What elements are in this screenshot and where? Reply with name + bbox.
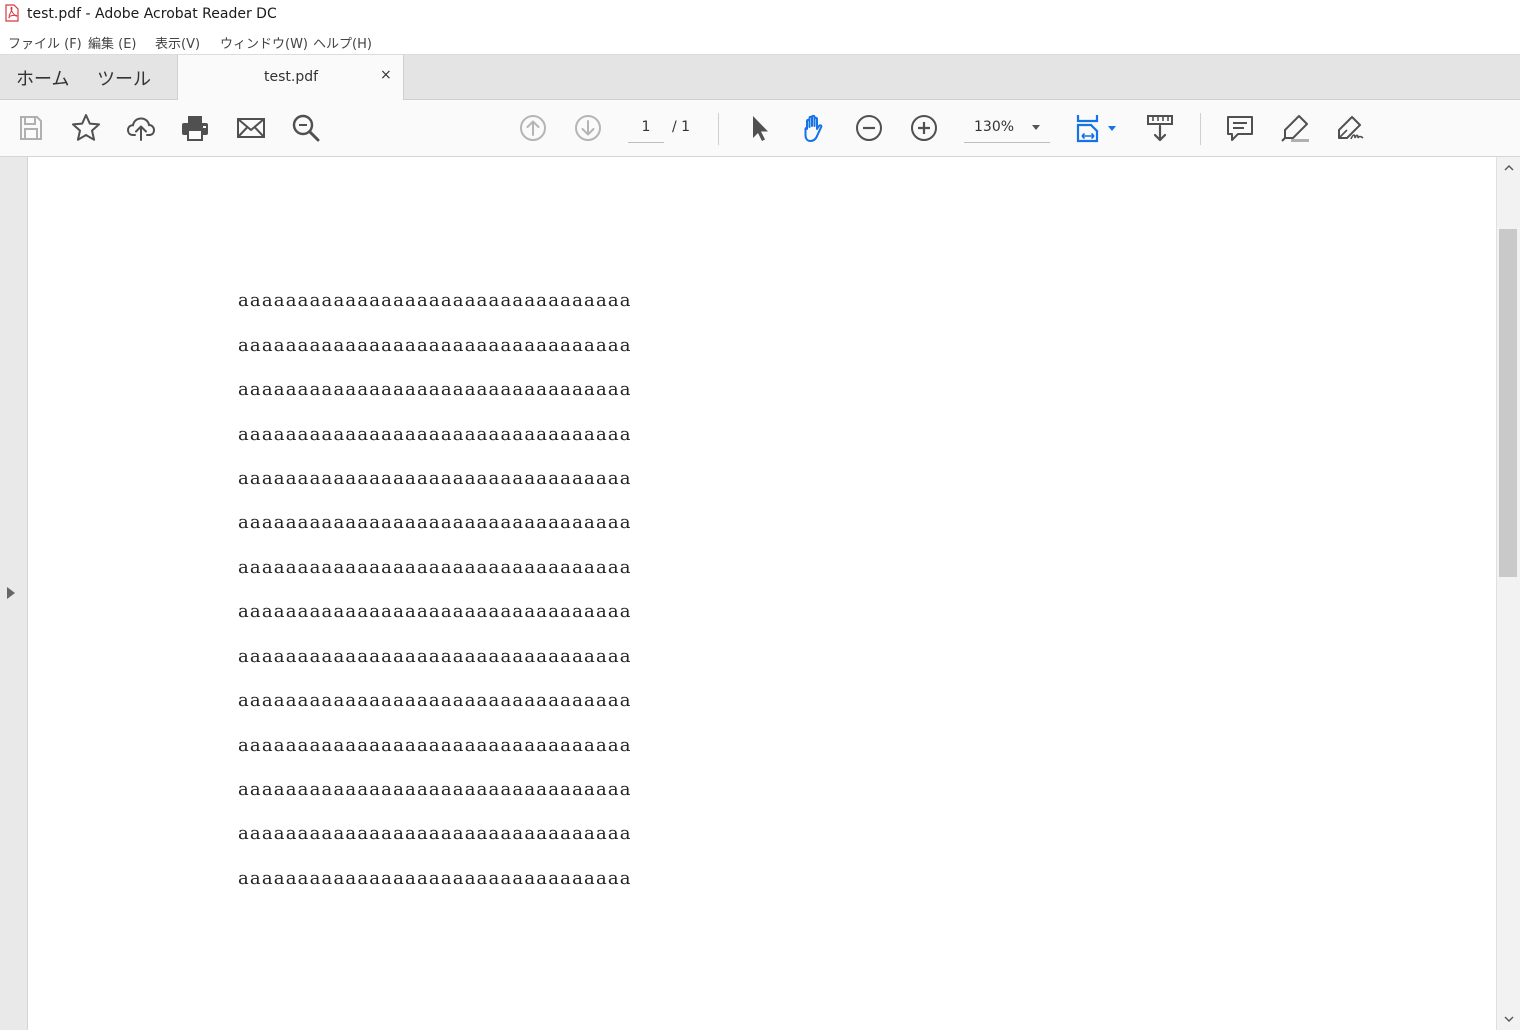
save-button[interactable] [13,110,49,146]
document-text-line: aaaaaaaaaaaaaaaaaaaaaaaaaaaaaaaaa [238,468,632,489]
upload-button[interactable] [123,110,159,146]
menu-help[interactable]: ヘルプ(H) [313,33,372,52]
scroll-down-icon[interactable] [1504,1014,1514,1024]
sign-button[interactable] [1332,110,1368,146]
tab-document[interactable]: test.pdf × [177,55,404,100]
document-tab-label: test.pdf [264,69,319,85]
scrollbar-thumb[interactable] [1499,229,1517,577]
tab-home[interactable]: ホーム [16,65,69,91]
document-text-line: aaaaaaaaaaaaaaaaaaaaaaaaaaaaaaaaa [238,290,632,311]
toolbar-divider [718,113,719,145]
print-icon [182,116,208,141]
zoom-dropdown[interactable]: 130% [964,112,1050,143]
document-text-line: aaaaaaaaaaaaaaaaaaaaaaaaaaaaaaaaa [238,601,632,622]
page-total: / 1 [672,119,691,135]
document-viewer: aaaaaaaaaaaaaaaaaaaaaaaaaaaaaaaaa aaaaaa… [0,157,1520,1030]
zoom-in-icon [911,115,937,141]
highlight-icon [1281,115,1309,142]
document-text-line: aaaaaaaaaaaaaaaaaaaaaaaaaaaaaaaaa [238,823,632,844]
menu-view[interactable]: 表示(V) [155,33,200,52]
document-text-line: aaaaaaaaaaaaaaaaaaaaaaaaaaaaaaaaa [238,424,632,445]
title-bar: test.pdf - Adobe Acrobat Reader DC [0,0,1520,30]
zoom-value: 130% [974,119,1015,135]
menu-edit[interactable]: 編集 (E) [88,33,137,52]
menu-file[interactable]: ファイル (F) [8,33,82,52]
page-down-icon [575,115,601,141]
document-text-line: aaaaaaaaaaaaaaaaaaaaaaaaaaaaaaaaa [238,512,632,533]
document-text-line: aaaaaaaaaaaaaaaaaaaaaaaaaaaaaaaaa [238,557,632,578]
cloud-upload-icon [126,117,156,141]
comment-icon [1227,116,1253,141]
tab-tools[interactable]: ツール [97,65,151,91]
find-button[interactable] [288,110,324,146]
highlight-button[interactable] [1277,110,1313,146]
document-text-line: aaaaaaaaaaaaaaaaaaaaaaaaaaaaaaaaa [238,335,632,356]
scroll-mode-icon [1147,115,1173,142]
fit-page-icon [1076,115,1116,143]
tab-bar: ホーム ツール test.pdf × [0,55,1520,100]
expand-left-panel-icon[interactable] [7,587,15,599]
save-icon [20,116,42,140]
zoom-out-icon [856,115,882,141]
document-text-line: aaaaaaaaaaaaaaaaaaaaaaaaaaaaaaaaa [238,735,632,756]
select-cursor-icon [753,116,768,141]
sign-icon [1338,116,1364,140]
previous-page-button[interactable] [515,110,551,146]
bookmark-button[interactable] [68,110,104,146]
document-text-line: aaaaaaaaaaaaaaaaaaaaaaaaaaaaaaaaa [238,868,632,889]
document-text-line: aaaaaaaaaaaaaaaaaaaaaaaaaaaaaaaaa [238,379,632,400]
hand-tool-button[interactable] [796,110,832,146]
page-up-icon [520,115,546,141]
search-zoom-icon [292,114,320,142]
zoom-in-button[interactable] [906,110,942,146]
scroll-up-icon[interactable] [1504,163,1514,173]
pdf-file-icon [5,4,19,22]
comment-button[interactable] [1222,110,1258,146]
fit-page-button[interactable] [1071,110,1121,146]
page-number-input[interactable]: 1 [628,112,664,143]
select-tool-button[interactable] [741,110,777,146]
chevron-down-icon [1032,125,1040,130]
toolbar: 1 / 1 130% [0,100,1520,157]
pdf-page: aaaaaaaaaaaaaaaaaaaaaaaaaaaaaaaaa aaaaaa… [27,157,1496,1030]
document-text-line: aaaaaaaaaaaaaaaaaaaaaaaaaaaaaaaaa [238,779,632,800]
vertical-scrollbar[interactable] [1496,157,1520,1030]
menu-bar: ファイル (F) 編集 (E) 表示(V) ウィンドウ(W) ヘルプ(H) [0,30,1520,55]
document-text-line: aaaaaaaaaaaaaaaaaaaaaaaaaaaaaaaaa [238,646,632,667]
document-text-line: aaaaaaaaaaaaaaaaaaaaaaaaaaaaaaaaa [238,690,632,711]
print-button[interactable] [177,110,213,146]
email-button[interactable] [233,110,269,146]
close-tab-button[interactable]: × [380,67,392,83]
next-page-button[interactable] [570,110,606,146]
window-title: test.pdf - Adobe Acrobat Reader DC [27,6,277,22]
mail-icon [237,118,265,138]
zoom-out-button[interactable] [851,110,887,146]
scroll-mode-button[interactable] [1142,110,1178,146]
star-icon [72,114,100,141]
toolbar-divider-2 [1200,113,1201,145]
menu-window[interactable]: ウィンドウ(W) [220,33,308,52]
hand-tool-icon [804,114,823,142]
